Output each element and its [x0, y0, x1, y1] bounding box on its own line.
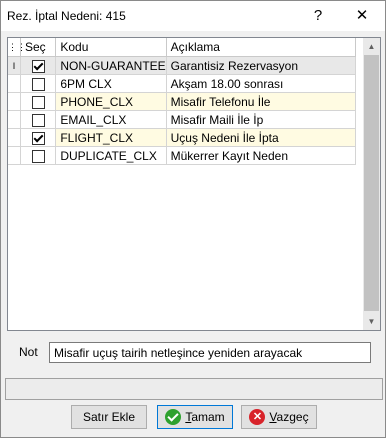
code-cell[interactable]: PHONE_CLX — [55, 92, 167, 111]
scroll-up-icon[interactable]: ▲ — [363, 38, 380, 55]
description-cell[interactable]: Uçuş Nedeni İle İpta — [166, 128, 357, 147]
row-checkbox[interactable] — [31, 95, 45, 109]
row-checkbox[interactable] — [31, 149, 45, 163]
cancel-icon: ✕ — [249, 409, 266, 425]
table-row[interactable]: FLIGHT_CLX Uçuş Nedeni İle İpta — [8, 128, 357, 147]
select-cell[interactable] — [20, 56, 57, 75]
row-checkbox[interactable] — [31, 131, 45, 145]
column-options-icon[interactable]: ⋮⋮ — [8, 38, 26, 57]
reason-grid: ⋮⋮ Seç Kodu Açıklama I NON-GUARANTEE Gar… — [7, 37, 381, 331]
ok-label: Tamam — [185, 410, 224, 424]
description-cell[interactable]: Garantisiz Rezervasyon — [166, 56, 357, 75]
reason-table: ⋮⋮ Seç Kodu Açıklama I NON-GUARANTEE Gar… — [8, 38, 357, 165]
ok-label-rest: amam — [191, 410, 225, 424]
code-cell[interactable]: 6PM CLX — [55, 74, 167, 93]
row-indicator — [8, 128, 22, 147]
note-input[interactable] — [49, 342, 371, 363]
code-cell[interactable]: FLIGHT_CLX — [55, 128, 167, 147]
table-header-row: ⋮⋮ Seç Kodu Açıklama — [8, 38, 357, 57]
row-checkbox[interactable] — [31, 59, 45, 73]
row-indicator — [8, 110, 22, 129]
row-indicator — [8, 92, 22, 111]
cancel-button[interactable]: ✕ Vazgeç — [241, 405, 317, 429]
select-cell[interactable] — [20, 110, 57, 129]
select-cell[interactable] — [20, 128, 57, 147]
row-indicator — [8, 74, 22, 93]
table-row[interactable]: I NON-GUARANTEE Garantisiz Rezervasyon — [8, 56, 357, 75]
window-title: Rez. İptal Nedeni: 415 — [7, 9, 126, 23]
dialog-window: Rez. İptal Nedeni: 415 ? ✕ ⋮⋮ Seç Kodu A… — [0, 0, 386, 438]
row-checkbox[interactable] — [31, 113, 45, 127]
column-header-kodu[interactable]: Kodu — [55, 38, 167, 57]
description-cell[interactable]: Akşam 18.00 sonrası — [166, 74, 357, 93]
code-cell[interactable]: DUPLICATE_CLX — [55, 146, 167, 165]
description-cell[interactable]: Misafir Maili İle İp — [166, 110, 357, 129]
table-row[interactable]: PHONE_CLX Misafir Telefonu İle — [8, 92, 357, 111]
add-row-button[interactable]: Satır Ekle — [71, 405, 147, 429]
status-bar — [5, 378, 383, 400]
code-cell[interactable]: NON-GUARANTEE — [55, 56, 167, 75]
select-cell[interactable] — [20, 146, 57, 165]
code-cell[interactable]: EMAIL_CLX — [55, 110, 167, 129]
description-cell[interactable]: Misafir Telefonu İle — [166, 92, 357, 111]
help-button[interactable]: ? — [303, 5, 333, 27]
note-label: Not — [19, 345, 38, 359]
row-checkbox[interactable] — [31, 77, 45, 91]
cancel-label-rest: azgeç — [276, 410, 309, 424]
table-row[interactable]: 6PM CLX Akşam 18.00 sonrası — [8, 74, 357, 93]
add-row-label: Satır Ekle — [82, 410, 136, 424]
close-button[interactable]: ✕ — [347, 5, 377, 27]
ok-button[interactable]: Tamam — [157, 405, 233, 429]
column-header-aciklama[interactable]: Açıklama — [166, 38, 357, 57]
cancel-label: Vazgeç — [269, 410, 308, 424]
description-cell[interactable]: Mükerrer Kayıt Neden — [166, 146, 357, 165]
select-cell[interactable] — [20, 92, 57, 111]
cancel-mnemonic: V — [269, 410, 277, 424]
table-row[interactable]: DUPLICATE_CLX Mükerrer Kayıt Neden — [8, 146, 357, 165]
title-bar: Rez. İptal Nedeni: 415 ? ✕ — [1, 1, 385, 31]
table-row[interactable]: EMAIL_CLX Misafir Maili İle İp — [8, 110, 357, 129]
row-indicator — [8, 146, 22, 165]
checkmark-icon — [165, 409, 182, 425]
vertical-scrollbar[interactable]: ▲ ▼ — [363, 38, 380, 330]
scroll-down-icon[interactable]: ▼ — [363, 313, 380, 330]
row-indicator: I — [8, 56, 22, 75]
select-cell[interactable] — [20, 74, 57, 93]
column-header-sec[interactable]: Seç — [20, 38, 57, 57]
scroll-thumb[interactable] — [364, 55, 379, 311]
